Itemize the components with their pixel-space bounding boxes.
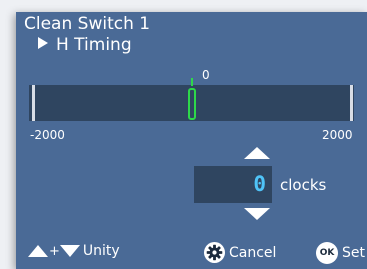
decrease-button[interactable] [244,208,270,220]
set-label: Set [342,245,365,261]
slider-max-bar [350,85,353,121]
value-text: 0 [253,172,266,196]
slider-handle[interactable] [188,88,196,120]
gear-icon [204,242,225,263]
slider-max-label: 2000 [322,128,353,142]
triangle-right-icon [38,37,48,49]
cancel-button[interactable]: Cancel [204,242,276,263]
settings-panel: Clean Switch 1 H Timing 0 -2000 2000 0 c… [16,12,367,269]
unity-hint: + Unity [28,243,120,259]
plus-sign: + [49,243,60,259]
unit-label: clocks [280,176,327,194]
subtitle-label: H Timing [56,35,132,55]
set-button[interactable]: OK Set [316,242,365,264]
slider-center-tick [191,78,193,86]
breadcrumb: H Timing [38,35,132,55]
increase-button[interactable] [244,147,270,159]
slider-min-bar [32,85,35,121]
triangle-down-icon [59,245,80,257]
triangle-up-icon [28,245,48,257]
page-title: Clean Switch 1 [24,14,151,34]
cancel-label: Cancel [229,244,277,261]
ok-icon: OK [316,242,338,264]
unity-label: Unity [82,243,120,259]
value-field[interactable]: 0 [194,166,272,203]
slider-center-label: 0 [202,68,210,82]
slider-min-label: -2000 [30,128,65,142]
